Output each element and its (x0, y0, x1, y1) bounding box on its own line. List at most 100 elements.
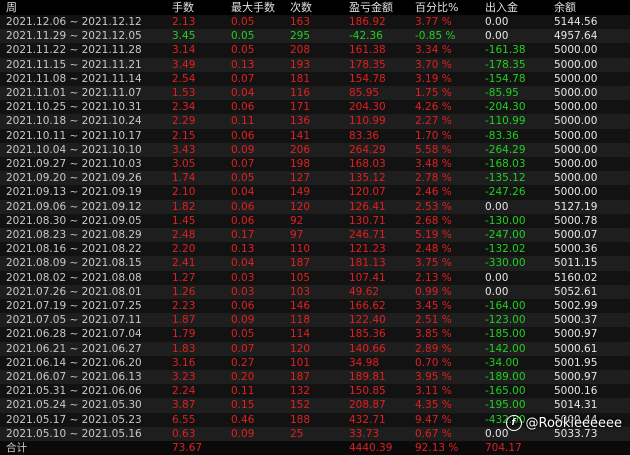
cell-balance: 5000.97 (554, 328, 598, 341)
cell-hands: 2.13 (172, 16, 196, 28)
cell-count: 152 (290, 399, 311, 412)
table-row[interactable]: 2021.09.06 ~ 2021.09.12 1.82 0.06 120 126.41… (0, 199, 630, 214)
table-row[interactable]: 2021.06.28 ~ 2021.07.04 1.79 0.05 114 185.36… (0, 327, 630, 342)
cell-count: 118 (290, 314, 311, 327)
cell-max-hands: 0.06 (231, 200, 255, 213)
column-header-max-hands[interactable]: 最大手数 (225, 0, 284, 15)
cell-percent: 2.13 % (415, 271, 452, 284)
table-row[interactable]: 2021.08.16 ~ 2021.08.22 2.20 0.13 110 121.23… (0, 242, 630, 257)
weibo-logo-icon: f (505, 415, 522, 431)
cell-deposit-withdraw: -165.00 (485, 385, 526, 398)
table-row[interactable]: 2021.09.20 ~ 2021.09.26 1.74 0.05 127 135.12… (0, 171, 630, 186)
cell-percent: 2.46 % (415, 186, 452, 199)
column-header-hands[interactable]: 手数 (166, 0, 225, 15)
table-row[interactable]: 2021.12.06 ~ 2021.12.12 2.13 0.05 163 186.92… (0, 15, 630, 30)
cell-deposit-withdraw: -142.00 (485, 342, 526, 355)
cell-max-hands: 0.07 (231, 342, 255, 355)
cell-hands: 2.24 (172, 385, 196, 398)
cell-percent: 3.70 % (415, 58, 452, 71)
cell-week: 2021.11.29 ~ 2021.12.05 (6, 30, 142, 43)
cell-deposit-withdraw: -247.26 (485, 186, 526, 199)
cell-week: 2021.07.26 ~ 2021.08.01 (6, 285, 142, 298)
cell-pnl: 150.85 (349, 385, 386, 398)
table-row[interactable]: 2021.08.02 ~ 2021.08.08 1.27 0.03 105 107.41… (0, 270, 630, 285)
table-row[interactable]: 2021.07.05 ~ 2021.07.11 1.87 0.09 118 122.40… (0, 313, 630, 328)
cell-week: 2021.12.06 ~ 2021.12.12 (6, 16, 142, 28)
cell-balance: 5014.31 (554, 399, 598, 412)
cell-percent: 3.45 % (415, 300, 452, 313)
cell-balance: 5000.00 (554, 44, 598, 57)
table-row[interactable]: 2021.06.07 ~ 2021.06.13 3.23 0.20 187 189.81… (0, 370, 630, 385)
cell-week: 2021.11.01 ~ 2021.11.07 (6, 87, 142, 100)
cell-count: 116 (290, 87, 311, 100)
cell-max-hands: 0.07 (231, 72, 255, 85)
cell-week: 2021.05.31 ~ 2021.06.06 (6, 385, 142, 398)
cell-percent: 3.48 % (415, 158, 452, 171)
table-row[interactable]: 2021.06.21 ~ 2021.06.27 1.83 0.07 120 140.66… (0, 341, 630, 356)
column-header-count[interactable]: 次数 (284, 0, 343, 15)
table-row[interactable]: 2021.07.26 ~ 2021.08.01 1.26 0.03 103 49.62 0… (0, 284, 630, 300)
cell-hands: 2.48 (172, 229, 196, 242)
column-header-week[interactable]: 周 (0, 0, 166, 15)
table-row[interactable]: 2021.08.23 ~ 2021.08.29 2.48 0.17 97 246.71 5… (0, 228, 630, 243)
cell-balance: 5000.00 (554, 72, 598, 85)
table-row[interactable]: 2021.07.19 ~ 2021.07.25 2.23 0.06 146 166.62… (0, 299, 630, 314)
cell-week: 2021.10.11 ~ 2021.10.17 (6, 129, 142, 142)
cell-pnl: 121.23 (349, 243, 386, 256)
table-row[interactable]: 2021.11.15 ~ 2021.11.21 3.49 0.13 193 178.35… (0, 57, 630, 72)
column-header-percent[interactable]: 百分比% (409, 0, 479, 15)
cell-pnl: 107.41 (349, 271, 386, 284)
cell-week: 2021.06.07 ~ 2021.06.13 (6, 371, 142, 384)
cell-balance: 5000.00 (554, 87, 598, 100)
cell-percent: 3.34 % (415, 44, 452, 57)
column-header-balance[interactable]: 余额 (548, 0, 630, 15)
table-row[interactable]: 2021.11.01 ~ 2021.11.07 1.53 0.04 116 85.95 1… (0, 86, 630, 101)
cell-percent: 1.75 % (415, 87, 452, 100)
cell-hands: 3.05 (172, 158, 196, 171)
column-header-pnl[interactable]: 盈亏金额 (343, 0, 409, 15)
cell-pnl: 168.03 (349, 158, 386, 171)
cell-week: 2021.08.02 ~ 2021.08.08 (6, 271, 142, 284)
cell-deposit-withdraw: -164.00 (485, 300, 526, 313)
cell-count: 114 (290, 328, 311, 341)
weekly-report-table: 周 手数 最大手数 次数 盈亏金额 百分比% 出入金 余额 2021.12.06… (0, 0, 630, 455)
cell-pnl: 208.87 (349, 399, 386, 412)
cell-count: 171 (290, 101, 311, 114)
cell-deposit-withdraw: -34.00 (485, 356, 519, 369)
cell-week: 2021.11.08 ~ 2021.11.14 (6, 72, 142, 85)
table-row[interactable]: 2021.10.11 ~ 2021.10.17 2.15 0.06 141 83.36 1… (0, 128, 630, 143)
cell-max-hands: 0.03 (231, 271, 255, 284)
cell-max-hands: 0.46 (231, 413, 255, 426)
table-row[interactable]: 2021.05.24 ~ 2021.05.30 3.87 0.15 152 208.87… (0, 398, 630, 413)
table-row[interactable]: 2021.08.09 ~ 2021.08.15 2.41 0.04 187 181.13… (0, 256, 630, 271)
cell-deposit-withdraw: -123.00 (485, 314, 526, 327)
table-row[interactable]: 2021.10.25 ~ 2021.10.31 2.34 0.06 171 204.30… (0, 100, 630, 115)
cell-count: 146 (290, 300, 311, 313)
table-row[interactable]: 2021.08.30 ~ 2021.09.05 1.45 0.06 92 130.71 2… (0, 213, 630, 229)
column-header-deposit-withdraw[interactable]: 出入金 (479, 0, 548, 15)
cell-pnl: 130.71 (349, 214, 386, 227)
table-row[interactable]: 2021.11.22 ~ 2021.11.28 3.14 0.05 208 161.38… (0, 43, 630, 58)
cell-balance: 5127.19 (554, 200, 598, 213)
cell-week: 2021.07.19 ~ 2021.07.25 (6, 300, 142, 313)
cell-balance: 5000.00 (554, 158, 598, 171)
cell-week: 2021.09.27 ~ 2021.10.03 (6, 158, 142, 171)
cell-deposit-withdraw: -264.29 (485, 143, 526, 156)
table-row[interactable]: 2021.05.31 ~ 2021.06.06 2.24 0.11 132 150.85… (0, 384, 630, 399)
table-row[interactable]: 2021.09.27 ~ 2021.10.03 3.05 0.07 198 168.03… (0, 157, 630, 172)
table-row[interactable]: 2021.10.04 ~ 2021.10.10 3.43 0.09 206 264.29… (0, 142, 630, 158)
total-percent: 92.13 % (409, 441, 479, 455)
cell-deposit-withdraw: -110.99 (485, 115, 526, 128)
cell-max-hands: 0.27 (231, 356, 255, 369)
cell-pnl: 126.41 (349, 200, 386, 213)
cell-week: 2021.10.25 ~ 2021.10.31 (6, 101, 142, 114)
cell-hands: 2.29 (172, 115, 196, 128)
table-row[interactable]: 2021.06.14 ~ 2021.06.20 3.16 0.27 101 34.98 0… (0, 355, 630, 371)
cell-hands: 3.43 (172, 143, 196, 156)
table-row[interactable]: 2021.10.18 ~ 2021.10.24 2.29 0.11 136 110.99… (0, 114, 630, 129)
table-row[interactable]: 2021.11.08 ~ 2021.11.14 2.54 0.07 181 154.78… (0, 71, 630, 87)
table-row[interactable]: 2021.09.13 ~ 2021.09.19 2.10 0.04 149 120.07… (0, 185, 630, 200)
cell-count: 187 (290, 371, 311, 384)
table-row[interactable]: 2021.11.29 ~ 2021.12.05 3.45 0.05 295 -42.36… (0, 29, 630, 44)
cell-max-hands: 0.05 (231, 30, 255, 43)
